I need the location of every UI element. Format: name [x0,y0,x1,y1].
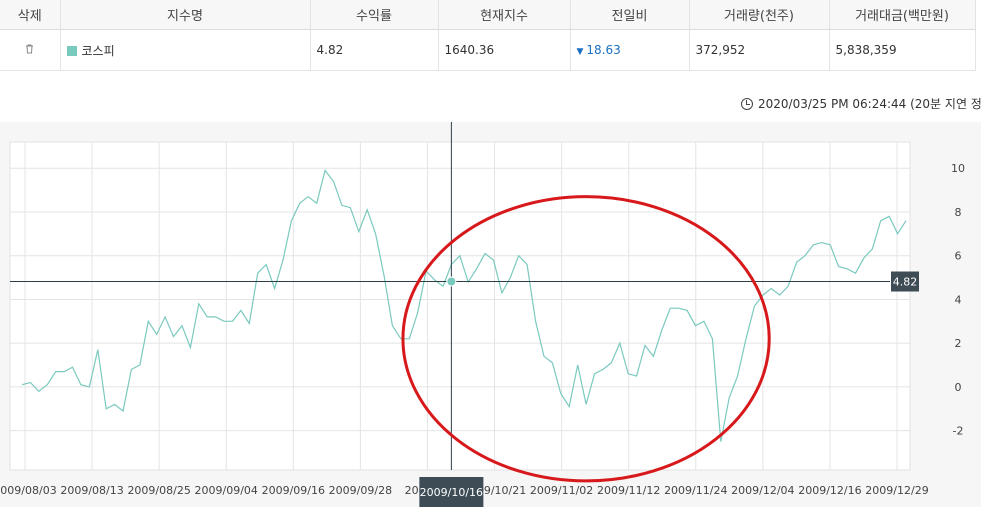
x-tick-label: 2009/08/25 [127,484,190,497]
header-amount: 거래대금(백만원) [829,0,976,30]
header-current: 현재지수 [438,0,571,30]
table-row: 코스피 4.82 1640.36 ▼ 18.63 372,952 5,838,35… [0,29,976,71]
crosshair-date-label: 2009/10/16 [420,486,483,499]
return-cell: 4.82 [310,29,439,71]
plot-area [9,141,911,471]
header-volume: 거래량(천주) [689,0,830,30]
amount-cell: 5,838,359 [829,29,976,71]
x-tick-label: 2009/11/12 [597,484,660,497]
volume-cell: 372,952 [689,29,830,71]
trash-icon[interactable] [25,44,34,57]
change-value: 18.63 [586,43,621,57]
timestamp-text: 2020/03/25 PM 06:24:44 (20분 지연 정. [758,97,981,111]
down-triangle-icon: ▼ [576,47,584,57]
x-tick-label: 2009/12/04 [731,484,794,497]
x-tick-label: 2009/12/16 [798,484,861,497]
x-tick-label: 2009/09/16 [262,484,325,497]
timestamp: 2020/03/25 PM 06:24:44 (20분 지연 정. [741,95,981,112]
x-tick-label: 2009/09/04 [195,484,258,497]
index-name-cell[interactable]: 코스피 [60,29,311,71]
x-tick-label: 2009/08/03 [0,484,57,497]
delete-cell[interactable] [0,29,61,71]
y-tick-label: -2 [953,425,964,438]
header-index-name: 지수명 [60,0,311,30]
x-tick-label: 2009/11/24 [664,484,727,497]
y-tick-label: 6 [955,250,962,263]
x-tick-label: 2009/08/13 [60,484,123,497]
x-tick-label: 2009/09/28 [329,484,392,497]
x-tick-label: 2009/12/29 [865,484,928,497]
change-cell: ▼ 18.63 [570,29,690,71]
current-cell: 1640.36 [438,29,571,71]
header-change: 전일비 [570,0,690,30]
y-tick-label: 10 [951,162,965,175]
y-tick-label: 4 [955,293,962,306]
header-return: 수익률 [310,0,439,30]
x-tick-label: 2009/11/02 [530,484,593,497]
y-tick-label: 0 [955,381,962,394]
line-chart[interactable]: 10 8 6 4 2 0 -2 2009/08/032009/08/13 2009/08/25 2… [0,122,981,507]
index-table: 삭제 지수명 수익률 현재지수 전일비 거래량(천주) 거래대금(백만원) 코스… [0,0,976,71]
index-name: 코스피 [81,43,115,58]
header-delete: 삭제 [0,0,61,30]
crosshair-point [446,276,457,287]
crosshair-value-label: 4.82 [893,276,918,289]
y-tick-label: 8 [955,206,962,219]
table-header-row: 삭제 지수명 수익률 현재지수 전일비 거래량(천주) 거래대금(백만원) [0,0,976,30]
series-color-swatch [66,45,77,56]
clock-icon [741,98,753,110]
y-tick-label: 2 [955,337,962,350]
